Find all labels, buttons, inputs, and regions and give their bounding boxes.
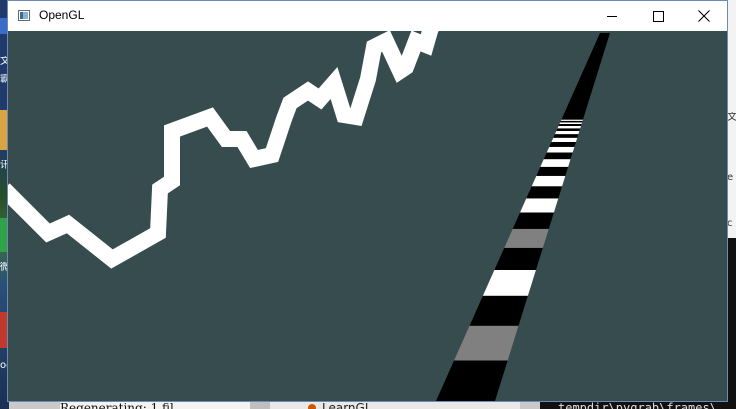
track-segment [554,131,580,135]
window-title: OpenGL [39,8,85,22]
track-segment [494,247,543,271]
opengl-viewport[interactable] [8,31,727,401]
maximize-icon [652,10,664,22]
opengl-window: OpenGL [7,0,728,402]
close-button[interactable] [681,1,727,31]
track-segment [536,166,569,176]
track-segment [454,325,519,361]
track-segment [549,141,576,147]
track-segment [531,175,566,187]
app-icon [308,404,316,409]
track-segment [512,212,554,229]
track-segment [556,128,581,132]
title-bar[interactable]: OpenGL [8,1,727,31]
track-segment [520,198,559,213]
track-segment [482,270,536,296]
minimize-icon [607,15,617,17]
close-icon [698,10,710,22]
track-segment [553,134,579,138]
track-segment [504,228,549,248]
striped-track [436,33,610,401]
maximize-button[interactable] [635,1,681,31]
track-segment [436,360,508,401]
track-segment [560,120,583,123]
track-segment [561,33,610,120]
track-segment [551,137,578,142]
track-segment [469,295,528,326]
minimize-button[interactable] [589,1,635,31]
track-segment [546,146,575,153]
track-segment [543,152,573,160]
background-window-right: 文 e c [727,0,736,409]
track-segment [557,126,581,129]
rendered-scene [8,31,610,401]
track-segment [558,124,582,127]
background-text: 文 [727,112,736,123]
background-text: e [727,172,734,183]
console-text: Regenerating: 1 fil [60,401,174,409]
background-text: c [727,218,733,229]
background-terminal-edge [727,238,736,409]
window-app-icon [18,10,30,21]
track-segment [540,159,571,167]
terminal-text: tempdir\pygrab\frames\ [558,401,717,409]
track-segment [560,119,583,121]
task-label: LearnGL [322,401,372,409]
track-segment [526,186,563,199]
track-segment [559,122,583,125]
rendered-line [8,31,439,269]
